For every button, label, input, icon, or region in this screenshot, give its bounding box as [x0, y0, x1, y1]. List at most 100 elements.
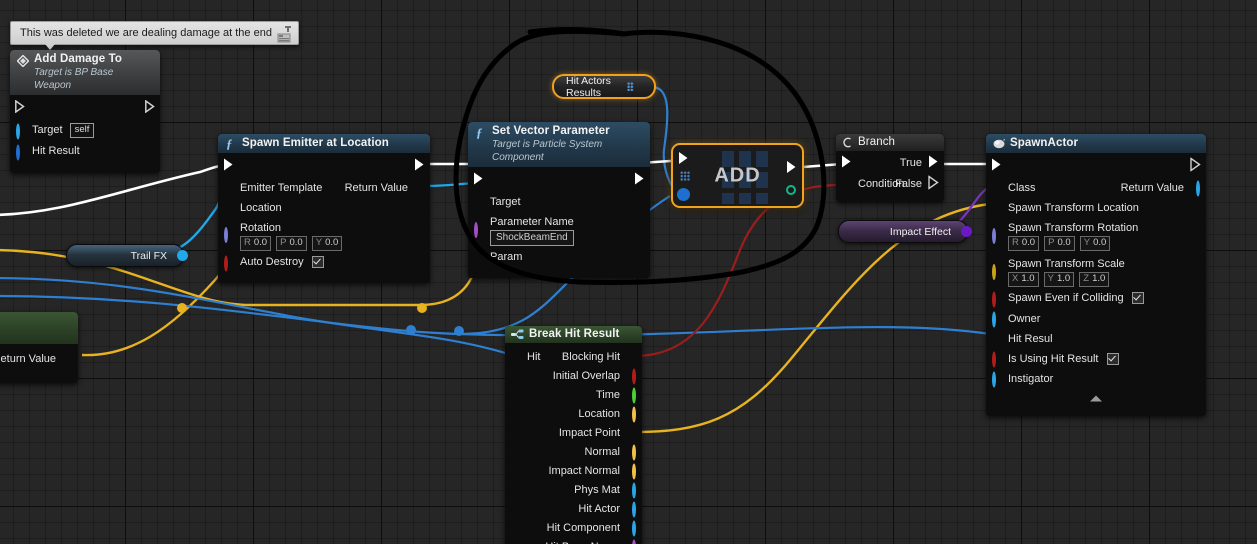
- node-break-hit-result[interactable]: Break Hit Result Hit Blocking Hit Initia…: [505, 326, 642, 544]
- owner-pin-icon[interactable]: [992, 311, 996, 330]
- array-pin-icon[interactable]: [627, 82, 634, 91]
- exec-in-pin[interactable]: [991, 158, 1002, 179]
- pin-row-spawn-transform-rotation[interactable]: Spawn Transform Rotation R 0.0 P 0.0 Y 0.0: [986, 219, 1206, 253]
- rotation-p-field[interactable]: P 0.0: [276, 236, 307, 251]
- exec-out-pin[interactable]: [634, 172, 645, 193]
- trail-fx-pin-icon[interactable]: [177, 250, 188, 261]
- pin-row-spawn-transform-location[interactable]: Spawn Transform Location: [986, 199, 1206, 219]
- target-self-value[interactable]: self: [69, 122, 95, 138]
- spawn-scale-fields[interactable]: X 1.0 Y 1.0 Z 1.0: [986, 271, 1206, 289]
- rotation-fields[interactable]: R 0.0 P 0.0 Y 0.0: [218, 235, 430, 253]
- pin-row-impact-normal[interactable]: Impact Normal: [505, 462, 642, 481]
- hit-actor-pin-icon[interactable]: [632, 500, 636, 519]
- pin-row-is-using-hit-result[interactable]: Is Using Hit Result: [986, 350, 1206, 370]
- chevron-up-icon[interactable]: [1090, 393, 1103, 405]
- spawn-scale-y-field[interactable]: Y 1.0: [1043, 272, 1075, 287]
- node-spawn-emitter-at-location[interactable]: ƒ Spawn Emitter at Location Emitter Temp…: [218, 134, 430, 283]
- pin-row-return-value[interactable]: Return Value: [0, 350, 78, 369]
- hit-result-pin-icon[interactable]: [16, 143, 20, 162]
- pin-row-instigator[interactable]: Instigator: [986, 370, 1206, 390]
- hit-component-pin-icon[interactable]: [632, 519, 636, 538]
- knot-trail-fx[interactable]: Trail FX: [66, 244, 188, 267]
- pin-row-rotation[interactable]: Rotation R 0.0 P 0.0 Y 0.0: [218, 219, 430, 253]
- spawn-transform-scale-pin-icon[interactable]: [992, 264, 996, 280]
- rotation-r-field[interactable]: R 0.0: [240, 236, 272, 251]
- blueprint-graph-canvas[interactable]: This was deleted we are dealing damage a…: [0, 0, 1257, 544]
- exec-in-pin[interactable]: [473, 172, 484, 193]
- pin-row-emitter-template[interactable]: Emitter Template Return Value: [218, 179, 430, 199]
- exec-in-pin[interactable]: [841, 154, 852, 175]
- add-input-b-pin-icon[interactable]: [677, 188, 690, 201]
- spawn-transform-rotation-pin-icon[interactable]: [992, 228, 996, 244]
- spawn-scale-z-field[interactable]: Z 1.0: [1079, 272, 1110, 287]
- exec-in-pin[interactable]: [223, 158, 234, 179]
- add-output-pin-icon[interactable]: [786, 185, 796, 195]
- node-header[interactable]: ƒ Set Vector Parameter Target is Particl…: [468, 122, 650, 167]
- exec-out-pin[interactable]: [145, 99, 155, 120]
- pin-row-class[interactable]: Class Return Value: [986, 179, 1206, 199]
- pin-row-target[interactable]: Target: [468, 193, 650, 213]
- node-add-damage-to[interactable]: Add Damage To Target is BP Base Weapon T…: [10, 50, 160, 173]
- knot-hit-actors-results[interactable]: Hit Actors Results: [552, 74, 656, 99]
- hit-bone-name-pin-icon[interactable]: [632, 538, 636, 544]
- is-using-hit-result-checkbox[interactable]: [1106, 353, 1119, 366]
- auto-destroy-checkbox[interactable]: [311, 256, 324, 269]
- collapse-row[interactable]: [986, 390, 1206, 402]
- spawn-rotation-y-field[interactable]: Y 0.0: [1079, 236, 1111, 251]
- comment-bubble-icons[interactable]: [277, 25, 295, 45]
- node-header[interactable]: Add Damage To Target is BP Base Weapon: [10, 50, 160, 95]
- pin-row-location[interactable]: Location: [505, 405, 642, 424]
- node-add-math[interactable]: ADD: [671, 143, 804, 208]
- spawn-even-if-colliding-pin-icon[interactable]: [992, 290, 996, 309]
- impact-effect-pin-icon[interactable]: [961, 226, 972, 237]
- node-header[interactable]: ƒ Spawn Emitter at Location: [218, 134, 430, 153]
- spawn-rotation-r-field[interactable]: R 0.0: [1008, 236, 1040, 251]
- pin-row-auto-destroy[interactable]: Auto Destroy: [218, 253, 430, 275]
- initial-overlap-pin-icon[interactable]: [632, 367, 636, 386]
- pin-row-normal[interactable]: Normal: [505, 443, 642, 462]
- knot-impact-effect[interactable]: Impact Effect: [838, 220, 972, 243]
- node-set-vector-parameter[interactable]: ƒ Set Vector Parameter Target is Particl…: [468, 122, 650, 278]
- instigator-pin-icon[interactable]: [992, 371, 996, 390]
- spawn-scale-x-field[interactable]: X 1.0: [1008, 272, 1039, 287]
- pin-row-hit-actor[interactable]: Hit Actor: [505, 500, 642, 519]
- time-pin-icon[interactable]: [632, 386, 636, 405]
- pin-row-param[interactable]: Param: [468, 248, 650, 270]
- comment-bubble[interactable]: This was deleted we are dealing damage a…: [10, 21, 299, 50]
- exec-out-true-pin[interactable]: [928, 154, 939, 175]
- location-pin-icon[interactable]: [632, 405, 636, 424]
- normal-pin-icon[interactable]: [632, 443, 636, 462]
- spawn-rotation-p-field[interactable]: P 0.0: [1044, 236, 1075, 251]
- pin-row-target[interactable]: Target self: [10, 121, 160, 142]
- exec-out-pin[interactable]: [414, 158, 425, 179]
- node-left-partial-get-component[interactable]: on mponent Return Value: [0, 312, 78, 383]
- pin-row-spawn-even-if-colliding[interactable]: Spawn Even if Colliding: [986, 289, 1206, 310]
- is-using-hit-result-pin-icon[interactable]: [992, 351, 996, 370]
- parameter-name-input[interactable]: ShockBeamEnd: [490, 230, 574, 246]
- rotation-y-field[interactable]: Y 0.0: [311, 236, 343, 251]
- pin-row-hit-bone-name[interactable]: Hit Bone Name: [505, 538, 642, 544]
- node-header[interactable]: SpawnActor: [986, 134, 1206, 153]
- target-pin-icon[interactable]: [16, 122, 20, 141]
- parameter-name-pin-icon[interactable]: [474, 222, 478, 238]
- rotation-pin-icon[interactable]: [224, 227, 228, 243]
- impact-normal-pin-icon[interactable]: [632, 462, 636, 481]
- pin-row-time[interactable]: Time: [505, 386, 642, 405]
- pin-row-impact-point[interactable]: Impact Point: [505, 424, 642, 443]
- pin-row-hit-resul[interactable]: Hit Resul: [986, 330, 1206, 350]
- node-spawn-actor[interactable]: SpawnActor Class Return Value Spawn Tran…: [986, 134, 1206, 416]
- return-value-pin-icon[interactable]: [1196, 180, 1200, 199]
- pin-row-hit-component[interactable]: Hit Component: [505, 519, 642, 538]
- pin-row-phys-mat[interactable]: Phys Mat: [505, 481, 642, 500]
- auto-destroy-pin-icon[interactable]: [224, 255, 228, 274]
- pin-row-initial-overlap[interactable]: Initial Overlap: [505, 367, 642, 386]
- spawn-even-if-colliding-checkbox[interactable]: [1131, 292, 1144, 305]
- exec-in-pin[interactable]: [15, 99, 25, 120]
- exec-out-pin[interactable]: [786, 160, 797, 179]
- pin-row-hit-blocking-hit[interactable]: Hit Blocking Hit: [505, 348, 642, 367]
- pin-row-spawn-transform-scale[interactable]: Spawn Transform Scale X 1.0 Y 1.0 Z 1.0: [986, 253, 1206, 289]
- pin-row-location[interactable]: Location: [218, 199, 430, 219]
- exec-out-false-pin[interactable]: [928, 174, 939, 196]
- node-header[interactable]: Break Hit Result: [505, 326, 642, 343]
- pin-row-owner[interactable]: Owner: [986, 310, 1206, 330]
